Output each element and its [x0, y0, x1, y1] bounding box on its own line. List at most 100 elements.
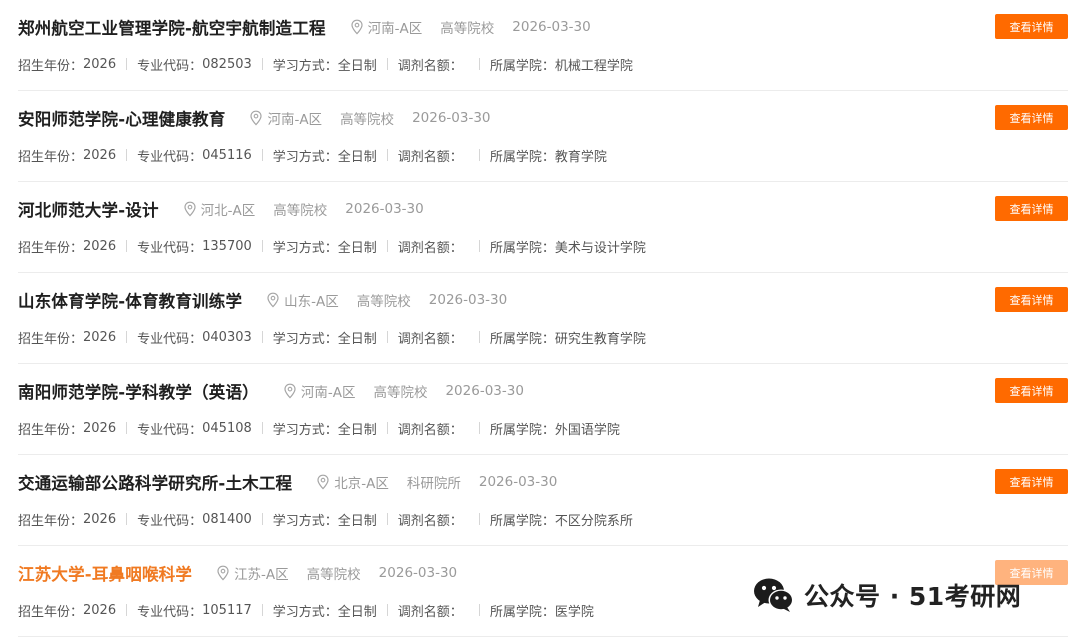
divider: [126, 331, 128, 343]
item-date: 2026-03-30: [345, 201, 424, 217]
quota-label: 调剂名额：: [397, 513, 463, 529]
location-pin-icon: [316, 474, 330, 490]
college-field: 所属学院： 研究生教育学院: [490, 328, 646, 347]
mode-field: 学习方式： 全日制: [273, 601, 377, 620]
item-region: 河南-A区: [350, 17, 422, 37]
item-header: 安阳师范学院-心理健康教育 河南-A区 高等院校 2026-03-30: [18, 105, 491, 131]
item-title[interactable]: 山东体育学院-体育教育训练学: [18, 288, 242, 312]
divider: [261, 240, 263, 252]
code-field: 专业代码： 105117: [137, 601, 252, 620]
view-details-button[interactable]: 查看详情: [995, 14, 1068, 39]
divider: [478, 513, 480, 525]
code-label: 专业代码：: [137, 240, 203, 256]
mode-value: 全日制: [337, 331, 377, 347]
code-value: 105117: [202, 602, 252, 618]
divider: [126, 240, 128, 252]
divider: [261, 422, 263, 434]
year-field: 招生年份： 2026: [18, 55, 116, 74]
college-field: 所属学院： 外国语学院: [490, 419, 620, 438]
quota-label: 调剂名额：: [397, 58, 463, 74]
year-label: 招生年份：: [18, 331, 84, 347]
college-field: 所属学院： 不区分院系所: [490, 510, 633, 529]
year-value: 2026: [83, 329, 117, 345]
item-title[interactable]: 交通运输部公路科学研究所-土木工程: [18, 470, 292, 494]
item-region: 山东-A区: [266, 290, 339, 310]
item-type: 高等院校: [273, 203, 328, 219]
code-label: 专业代码：: [137, 58, 203, 74]
list-item: 郑州航空工业管理学院-航空宇航制造工程 河南-A区 高等院校 2026-03-30 查看…: [18, 0, 1068, 91]
college-label: 所属学院：: [489, 331, 555, 347]
list-item: 交通运输部公路科学研究所-土木工程 北京-A区 科研院所 2026-03-30 查看详情…: [18, 455, 1068, 546]
divider: [478, 58, 480, 70]
view-details-button[interactable]: 查看详情: [995, 560, 1068, 585]
college-label: 所属学院：: [489, 240, 555, 256]
divider: [386, 149, 388, 161]
item-type: 高等院校: [373, 385, 428, 401]
divider: [386, 422, 388, 434]
mode-value: 全日制: [337, 422, 377, 438]
item-title[interactable]: 河北师范大学-设计: [18, 197, 159, 221]
item-date: 2026-03-30: [412, 110, 491, 126]
code-label: 专业代码：: [137, 149, 203, 165]
mode-field: 学习方式： 全日制: [273, 237, 377, 256]
list-item: 山东体育学院-体育教育训练学 山东-A区 高等院校 2026-03-30 查看详情 招生年…: [18, 273, 1068, 364]
divider: [126, 604, 128, 616]
code-value: 040303: [202, 329, 252, 345]
divider: [478, 149, 480, 161]
item-region: 江苏-A区: [216, 563, 289, 583]
code-value: 045108: [202, 420, 252, 436]
quota-field: 调剂名额：: [398, 328, 463, 347]
year-field: 招生年份： 2026: [18, 146, 116, 165]
quota-field: 调剂名额：: [398, 146, 463, 165]
view-details-button[interactable]: 查看详情: [995, 469, 1068, 494]
divider: [126, 149, 128, 161]
year-value: 2026: [83, 238, 117, 254]
college-field: 所属学院： 美术与设计学院: [490, 237, 646, 256]
college-value: 教育学院: [554, 149, 607, 165]
quota-label: 调剂名额：: [397, 149, 463, 165]
item-region: 河北-A区: [183, 199, 255, 219]
view-details-button[interactable]: 查看详情: [995, 378, 1068, 403]
mode-field: 学习方式： 全日制: [273, 510, 377, 529]
region-text: 河南-A区: [267, 112, 323, 128]
quota-field: 调剂名额：: [398, 510, 463, 529]
item-title[interactable]: 江苏大学-耳鼻咽喉科学: [18, 561, 192, 585]
college-label: 所属学院：: [489, 58, 555, 74]
item-date: 2026-03-30: [428, 292, 508, 308]
divider: [126, 513, 128, 525]
year-field: 招生年份： 2026: [18, 510, 116, 529]
view-details-button[interactable]: 查看详情: [995, 105, 1068, 130]
year-field: 招生年份： 2026: [18, 419, 116, 438]
location-pin-icon: [266, 292, 280, 308]
item-title[interactable]: 郑州航空工业管理学院-航空宇航制造工程: [18, 15, 326, 39]
item-type: 高等院校: [340, 112, 395, 128]
mode-label: 学习方式：: [272, 58, 338, 74]
mode-value: 全日制: [337, 58, 377, 74]
item-details: 招生年份： 2026 专业代码： 082503 学习方式： 全日制 调剂名额： 所属学院： 机械…: [18, 54, 633, 74]
divider: [261, 331, 263, 343]
item-type: 科研院所: [406, 476, 461, 492]
code-value: 082503: [202, 56, 252, 72]
view-details-button[interactable]: 查看详情: [995, 287, 1068, 312]
quota-label: 调剂名额：: [397, 604, 463, 620]
region-text: 河南-A区: [300, 385, 356, 401]
divider: [386, 58, 388, 70]
item-header: 河北师范大学-设计 河北-A区 高等院校 2026-03-30: [18, 196, 424, 222]
mode-label: 学习方式：: [272, 604, 338, 620]
college-label: 所属学院：: [489, 604, 555, 620]
code-label: 专业代码：: [137, 604, 203, 620]
code-field: 专业代码： 045116: [137, 146, 252, 165]
item-header: 江苏大学-耳鼻咽喉科学 江苏-A区 高等院校 2026-03-30: [18, 560, 457, 586]
college-field: 所属学院： 机械工程学院: [490, 55, 633, 74]
code-field: 专业代码： 040303: [137, 328, 252, 347]
item-title[interactable]: 安阳师范学院-心理健康教育: [18, 106, 225, 130]
item-details: 招生年份： 2026 专业代码： 081400 学习方式： 全日制 调剂名额： 所属学院： 不区…: [18, 509, 633, 529]
quota-label: 调剂名额：: [397, 331, 463, 347]
quota-field: 调剂名额：: [398, 419, 463, 438]
college-value: 美术与设计学院: [554, 240, 646, 256]
college-field: 所属学院： 教育学院: [490, 146, 607, 165]
item-details: 招生年份： 2026 专业代码： 040303 学习方式： 全日制 调剂名额： 所属学院： 研究…: [18, 327, 646, 347]
item-title[interactable]: 南阳师范学院-学科教学（英语）: [18, 379, 259, 403]
view-details-button[interactable]: 查看详情: [995, 196, 1068, 221]
divider: [478, 331, 480, 343]
